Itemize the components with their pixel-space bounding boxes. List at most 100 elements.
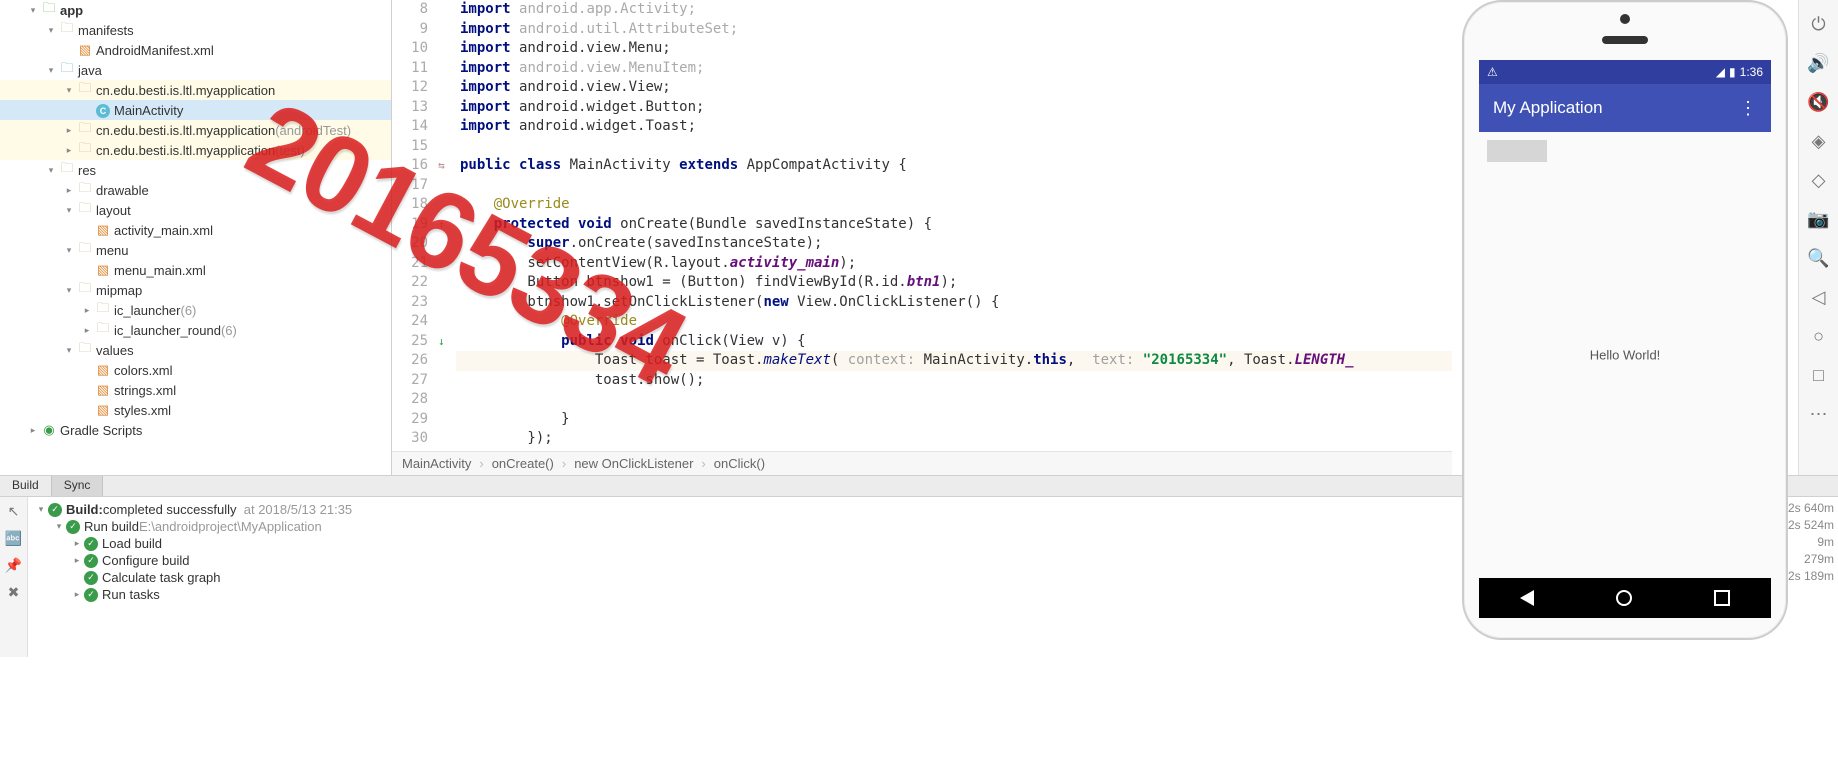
tree-item[interactable]: ▧strings.xml [0,380,391,400]
chevron-icon[interactable]: ▾ [44,25,58,36]
tree-label: Gradle Scripts [60,423,142,438]
tree-item[interactable]: ▾🗀menu [0,240,391,260]
tree-label: MainActivity [114,103,183,118]
chevron-icon[interactable]: ▸ [62,125,76,136]
tree-item[interactable]: ▧colors.xml [0,360,391,380]
emu-tool-button[interactable]: ○ [1813,326,1824,347]
code-body[interactable]: import android.app.Activity;import andro… [456,0,1452,451]
nav-back-icon[interactable] [1520,590,1534,606]
android-navbar[interactable] [1479,578,1771,618]
emu-tool-button[interactable]: ⏻ [1811,14,1825,35]
chevron-icon[interactable]: ▸ [26,425,40,436]
tree-label: cn.edu.besti.is.ltl.myapplication [96,143,275,158]
tree-label: app [60,3,83,18]
tree-item[interactable]: ▸🗀ic_launcher (6) [0,300,391,320]
line-gutter: 8910111213141516171819202122232425262728… [392,0,436,451]
breadcrumb-item[interactable]: onCreate() [492,456,554,471]
tree-item[interactable]: ▧styles.xml [0,400,391,420]
tree-item[interactable]: ▧activity_main.xml [0,220,391,240]
tree-label: java [78,63,102,78]
chevron-icon[interactable]: ▾ [62,85,76,96]
clock-text: 1:36 [1740,65,1763,79]
tree-label: strings.xml [114,383,176,398]
tree-item[interactable]: ▸🗀drawable [0,180,391,200]
tree-item[interactable]: ▾🗀layout [0,200,391,220]
tree-label: cn.edu.besti.is.ltl.myapplication [96,123,275,138]
emu-tool-button[interactable]: ◇ [1812,170,1826,191]
tree-tail: (test) [275,143,305,158]
tree-label: menu_main.xml [114,263,206,278]
tree-item[interactable]: ▾🗀mipmap [0,280,391,300]
breadcrumb[interactable]: MainActivity›onCreate()›new OnClickListe… [392,451,1452,475]
bottom-tab[interactable]: Sync [52,476,104,496]
bottom-tab[interactable]: Build [0,476,52,496]
status-bar: ⚠ ◢ ▮ 1:36 [1479,60,1771,84]
tree-item[interactable]: ▸◉Gradle Scripts [0,420,391,440]
chevron-icon[interactable]: ▾ [44,165,58,176]
tree-item[interactable]: ▧AndroidManifest.xml [0,40,391,60]
chevron-icon[interactable]: ▾ [44,65,58,76]
tree-item[interactable]: ▾🗀manifests [0,20,391,40]
breadcrumb-item[interactable]: new OnClickListener [574,456,693,471]
tree-tail: (6) [221,323,237,338]
tree-item[interactable]: ▾🗀res [0,160,391,180]
emu-tool-button[interactable]: 🔍 [1807,248,1829,269]
chevron-icon[interactable]: ▾ [62,345,76,356]
emu-tool-button[interactable]: □ [1813,365,1824,386]
battery-icon: ▮ [1729,65,1736,79]
tree-item[interactable]: ▸🗀ic_launcher_round (6) [0,320,391,340]
build-time: at 2018/5/13 21:35 [244,502,352,517]
build-tool-column[interactable]: ↖ 🔤 📌 ✖ [0,497,28,657]
tree-label: AndroidManifest.xml [96,43,214,58]
build-tool-button[interactable]: ✖ [8,584,20,601]
emulator-toolbar[interactable]: ⏻ 🔊 🔇 ◈ ◇ 📷 🔍 ◁ ○ □ ⋯ [1798,0,1838,475]
chevron-icon[interactable]: ▾ [62,245,76,256]
chevron-icon[interactable]: ▾ [26,5,40,16]
emu-tool-button[interactable]: ◁ [1812,287,1826,308]
chevron-icon[interactable]: ▸ [62,145,76,156]
tree-label: ic_launcher [114,303,181,318]
hello-text: Hello World! [1590,348,1661,363]
build-tool-button[interactable]: 🔤 [5,530,22,547]
chevron-icon[interactable]: ▸ [80,325,94,336]
tree-item[interactable]: ▾🗀values [0,340,391,360]
tree-item[interactable]: CMainActivity [0,100,391,120]
emu-tool-button[interactable]: 🔊 [1807,53,1829,74]
marker-column: ⇆↑↓ [436,0,456,451]
tree-label: styles.xml [114,403,171,418]
build-tool-button[interactable]: 📌 [5,557,22,574]
breadcrumb-item[interactable]: onClick() [714,456,765,471]
emulator-panel: ⚠ ◢ ▮ 1:36 My Application ⋮ Hello World! [1452,0,1798,475]
tree-label: cn.edu.besti.is.ltl.myapplication [96,83,275,98]
tree-item[interactable]: ▾🗀java [0,60,391,80]
nav-recent-icon[interactable] [1714,590,1730,606]
app-body[interactable]: Hello World! [1479,132,1771,578]
code-editor[interactable]: 8910111213141516171819202122232425262728… [392,0,1452,475]
emu-tool-button[interactable]: 📷 [1807,209,1829,230]
breadcrumb-item[interactable]: MainActivity [402,456,471,471]
build-tool-button[interactable]: ↖ [8,503,20,520]
tree-label: ic_launcher_round [114,323,221,338]
emu-tool-button[interactable]: ⋯ [1810,404,1828,425]
emu-tool-button[interactable]: 🔇 [1807,92,1829,113]
chevron-icon[interactable]: ▸ [62,185,76,196]
project-tree[interactable]: ▾🗀app▾🗀manifests▧AndroidManifest.xml▾🗀ja… [0,0,392,475]
tree-label: manifests [78,23,134,38]
grey-button[interactable] [1487,140,1547,162]
phone-frame: ⚠ ◢ ▮ 1:36 My Application ⋮ Hello World! [1462,0,1788,640]
tree-label: layout [96,203,131,218]
nav-home-icon[interactable] [1616,590,1632,606]
tree-item[interactable]: ▾🗀cn.edu.besti.is.ltl.myapplication [0,80,391,100]
emu-tool-button[interactable]: ◈ [1812,131,1826,152]
phone-screen[interactable]: ⚠ ◢ ▮ 1:36 My Application ⋮ Hello World! [1479,60,1771,618]
build-title: Build: [66,502,103,517]
tree-item[interactable]: ▧menu_main.xml [0,260,391,280]
app-bar: My Application ⋮ [1479,84,1771,132]
overflow-menu-icon[interactable]: ⋮ [1739,98,1757,119]
tree-item[interactable]: ▸🗀cn.edu.besti.is.ltl.myapplication (tes… [0,140,391,160]
tree-item[interactable]: ▸🗀cn.edu.besti.is.ltl.myapplication (and… [0,120,391,140]
chevron-icon[interactable]: ▾ [62,285,76,296]
chevron-icon[interactable]: ▾ [62,205,76,216]
chevron-icon[interactable]: ▸ [80,305,94,316]
tree-item[interactable]: ▾🗀app [0,0,391,20]
